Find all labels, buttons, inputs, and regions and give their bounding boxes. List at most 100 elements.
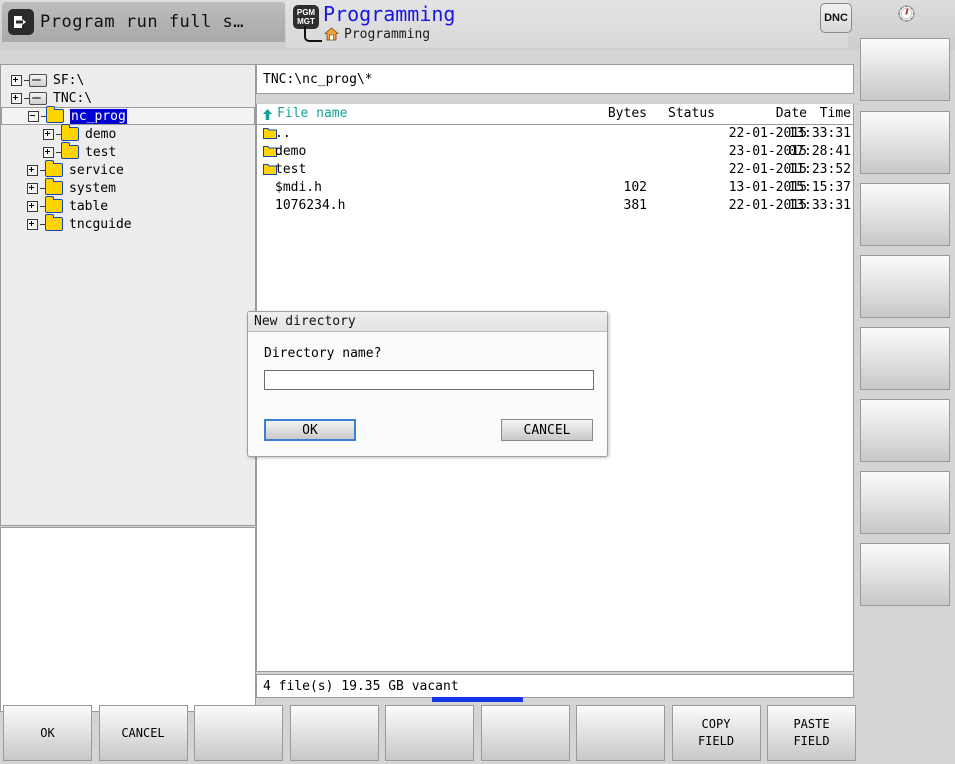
bottom-softkey-6[interactable] — [480, 705, 570, 761]
mode-tab-program-run[interactable]: Program run full s… — [2, 2, 285, 42]
file-row[interactable]: $mdi.h 102 13-01-2015 15:15:37 — [257, 179, 853, 197]
file-row[interactable]: test 22-01-2015 11:23:52 — [257, 161, 853, 179]
column-header-file-name[interactable]: File name — [277, 106, 347, 121]
tree-item-label: service — [69, 162, 124, 178]
folder-icon — [61, 124, 79, 141]
expand-icon[interactable] — [11, 74, 22, 86]
tree-item-tnc[interactable]: TNC:\ — [5, 89, 255, 107]
tree-item-label: SF:\ — [53, 72, 85, 88]
file-time-cell: 11:23:52 — [788, 162, 851, 177]
folder-icon — [46, 106, 64, 123]
expand-icon[interactable] — [43, 128, 54, 140]
mode-tab-label: Program run full s… — [40, 12, 244, 32]
tree-item-label: system — [69, 180, 116, 196]
drive-icon — [29, 73, 47, 87]
vertical-softkey-6[interactable] — [860, 399, 950, 462]
folder-icon — [45, 160, 63, 177]
dialog-cancel-button[interactable]: CANCEL — [501, 419, 593, 441]
file-name-cell: test — [275, 162, 307, 177]
bottom-softkey-label-line1: CANCEL — [121, 725, 165, 740]
pgm-icon-line1: PGM — [296, 8, 316, 17]
status-line: 4 file(s) 19.35 GB vacant — [256, 674, 854, 698]
dnc-button[interactable]: DNC — [820, 3, 852, 33]
tree-item-demo[interactable]: demo — [5, 124, 255, 143]
bottom-softkey-label-line1: COPY — [701, 717, 731, 731]
tree-item-label: test — [85, 144, 117, 160]
vertical-softkey-3[interactable] — [860, 183, 950, 246]
bottom-softkey-1[interactable]: OK — [3, 705, 92, 761]
file-time-cell: 15:15:37 — [788, 180, 851, 195]
drive-icon — [29, 91, 47, 105]
breadcrumb-label: Programming — [344, 26, 431, 42]
softkey-page-indicator — [432, 697, 523, 702]
collapse-icon[interactable] — [28, 110, 39, 122]
tree-item-sf[interactable]: SF:\ — [5, 71, 255, 89]
expand-icon[interactable] — [27, 164, 38, 176]
directory-tree-panel[interactable]: SF:\ TNC:\ nc_prog demo test service system tab… — [0, 64, 256, 526]
tree-item-label: table — [69, 198, 109, 214]
tree-item-label: nc_prog — [70, 108, 127, 124]
path-bar[interactable]: TNC:\nc_prog\* — [256, 64, 854, 94]
bottom-softkey-3[interactable] — [194, 705, 283, 761]
app-tab-programming[interactable]: PGM MGT Programming Programming — [286, 0, 848, 48]
file-row[interactable]: .. 22-01-2015 13:33:31 — [257, 125, 853, 143]
tree-item-table[interactable]: table — [5, 196, 255, 215]
home-icon — [323, 27, 340, 41]
bottom-softkey-label-line2: FIELD — [697, 734, 735, 748]
expand-icon[interactable] — [27, 182, 38, 194]
path-text: TNC:\nc_prog\* — [263, 71, 373, 87]
file-row[interactable]: demo 23-01-2015 07:28:41 — [257, 143, 853, 161]
status-line-text: 4 file(s) 19.35 GB vacant — [263, 678, 459, 694]
bottom-softkey-2[interactable]: CANCEL — [98, 705, 188, 761]
bottom-softkey-label-line1: PASTE — [793, 717, 830, 731]
application-window: Program run full s… PGM MGT Programming … — [0, 0, 955, 764]
pgm-icon-line2: MGT — [297, 17, 315, 26]
bottom-softkey-9[interactable]: PASTE FIELD — [767, 705, 856, 761]
folder-icon — [45, 214, 63, 231]
file-time-cell: 13:33:31 — [788, 126, 851, 141]
file-name-cell: demo — [275, 144, 307, 159]
tree-item-tncguide[interactable]: tncguide — [5, 214, 255, 233]
tree-item-test[interactable]: test — [5, 142, 255, 161]
vertical-softkey-8[interactable] — [860, 543, 950, 606]
expand-icon[interactable] — [27, 218, 38, 230]
directory-name-input[interactable] — [264, 370, 594, 390]
dialog-ok-button[interactable]: OK — [264, 419, 356, 441]
vertical-softkey-5[interactable] — [860, 327, 950, 390]
tree-item-nc_prog[interactable]: nc_prog — [1, 106, 255, 125]
vertical-softkey-7[interactable] — [860, 471, 950, 534]
bottom-softkey-label-line2: FIELD — [793, 734, 830, 748]
arrow-into-box-icon — [8, 9, 34, 35]
column-header-bytes[interactable]: Bytes — [567, 106, 647, 121]
sort-ascending-icon[interactable] — [262, 108, 273, 125]
tree-item-system[interactable]: system — [5, 178, 255, 197]
file-time-cell: 13:33:31 — [788, 198, 851, 213]
top-bar: Program run full s… PGM MGT Programming … — [0, 0, 955, 50]
dialog-title: New directory — [248, 312, 607, 332]
lower-left-panel — [0, 527, 256, 712]
file-name-cell: 1076234.h — [275, 198, 346, 213]
expand-icon[interactable] — [27, 200, 38, 212]
tree-item-service[interactable]: service — [5, 160, 255, 179]
bottom-softkey-5[interactable] — [385, 705, 474, 761]
vertical-softkey-4[interactable] — [860, 255, 950, 318]
bottom-softkey-7[interactable] — [576, 705, 665, 761]
elbow-connector-icon — [304, 26, 322, 42]
app-title: Programming — [323, 2, 456, 26]
file-time-cell: 07:28:41 — [788, 144, 851, 159]
tree-item-label: TNC:\ — [53, 90, 93, 106]
bottom-softkey-4[interactable] — [289, 705, 379, 761]
file-bytes-cell: 102 — [623, 180, 647, 195]
file-name-cell: $mdi.h — [275, 180, 322, 195]
file-bytes-cell: 381 — [623, 198, 647, 213]
bottom-softkey-8[interactable]: COPY FIELD — [671, 705, 761, 761]
expand-icon[interactable] — [43, 146, 54, 158]
vertical-softkey-1[interactable] — [860, 38, 950, 101]
tree-item-label: tncguide — [69, 216, 132, 232]
vertical-softkey-2[interactable] — [860, 111, 950, 174]
expand-icon[interactable] — [11, 92, 22, 104]
file-row[interactable]: 1076234.h 381 22-01-2015 13:33:31 — [257, 197, 853, 215]
file-name-cell: .. — [275, 126, 291, 141]
breadcrumb: Programming — [304, 26, 430, 42]
column-header-time[interactable]: Time — [731, 106, 851, 121]
